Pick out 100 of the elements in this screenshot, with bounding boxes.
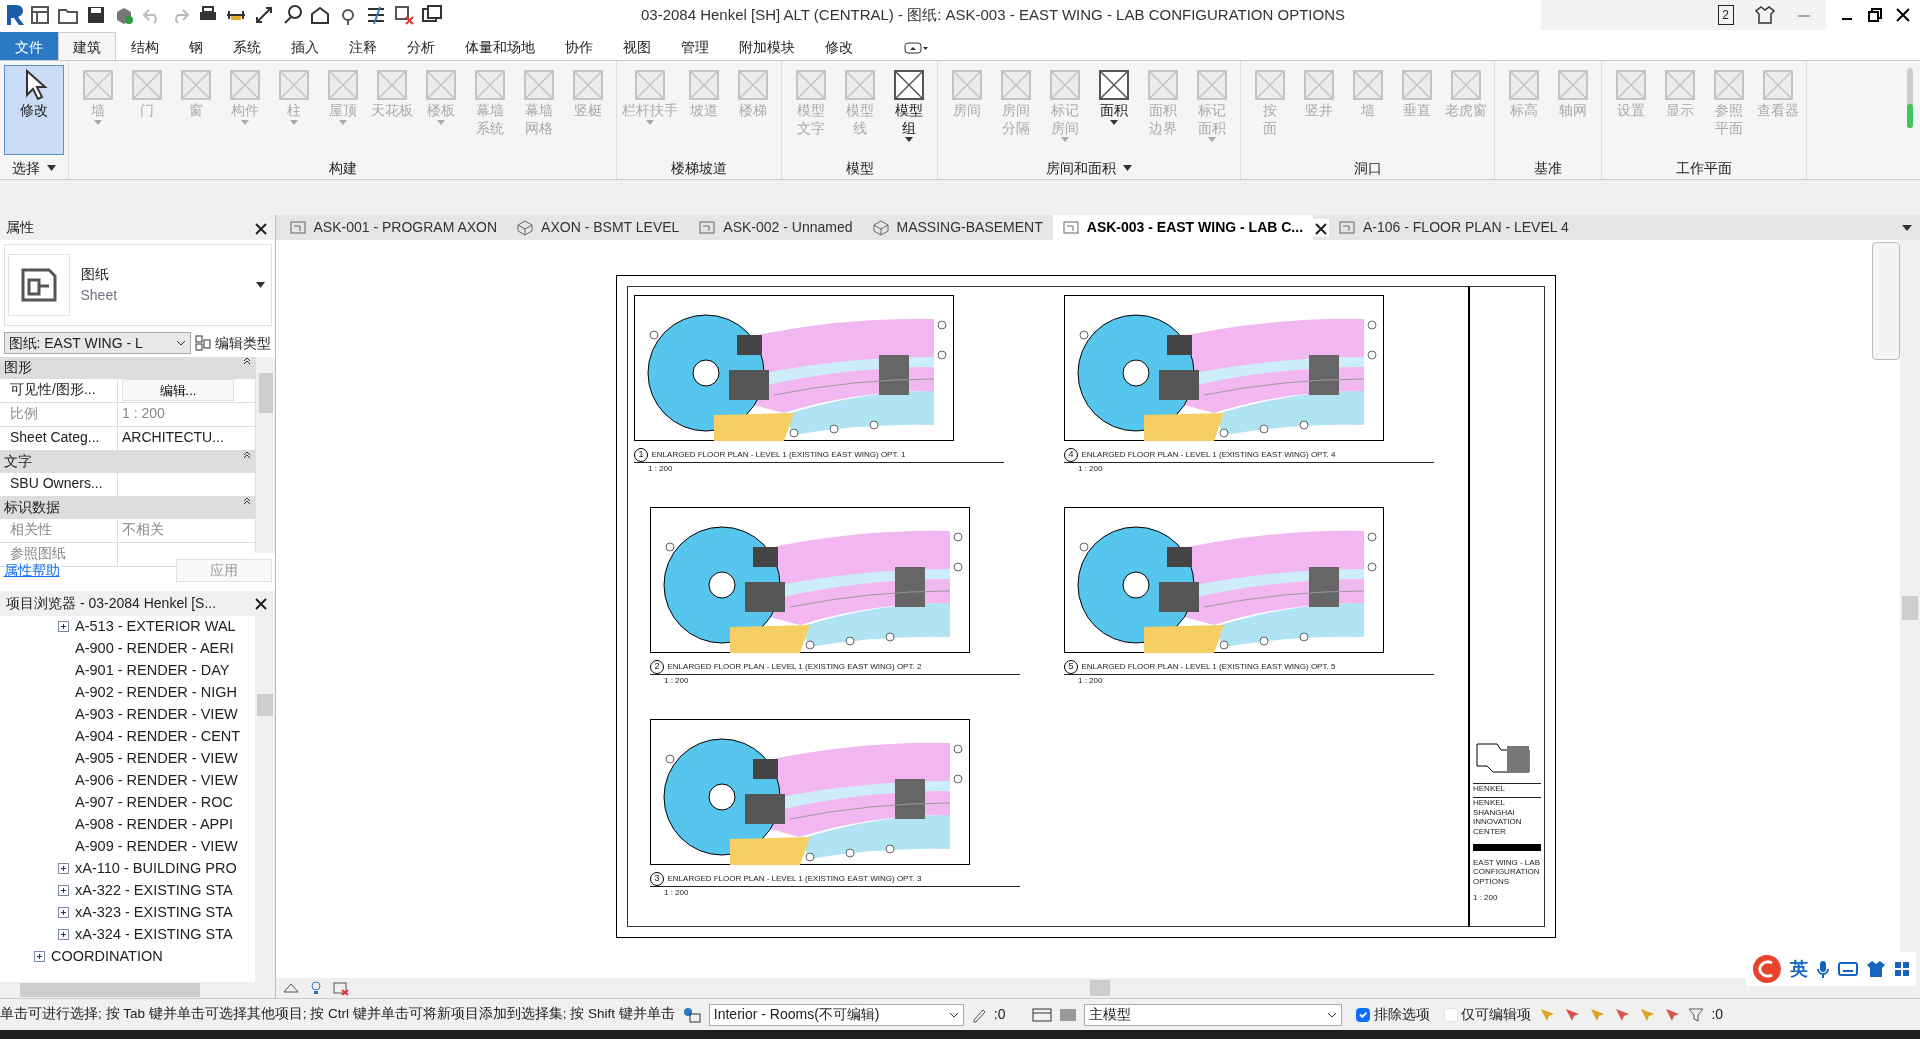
workset-dropdown[interactable]: Interior - Rooms(不可编辑) xyxy=(708,1003,964,1026)
ribbon-tab[interactable]: 管理 xyxy=(666,32,724,60)
property-name: 可见性/图形... xyxy=(0,379,118,402)
caret-icon[interactable] xyxy=(1123,165,1132,171)
input-mode[interactable]: 英 xyxy=(1790,955,1808,983)
document-tab[interactable]: AXON - BSMT LEVEL xyxy=(507,215,690,240)
light-bulb-icon[interactable] xyxy=(310,980,322,996)
browser-item[interactable]: COORDINATION xyxy=(51,945,163,968)
document-tab[interactable]: A-106 - FLOOR PLAN - LEVEL 4 xyxy=(1329,215,1579,240)
ribbon-tab[interactable]: 文件 xyxy=(0,32,58,60)
property-value[interactable]: ARCHITECTU... xyxy=(122,429,224,445)
restore-icon[interactable] xyxy=(1867,8,1882,22)
ribbon-tab[interactable]: 结构 xyxy=(116,32,174,60)
edit-type-button[interactable]: 编辑类型 xyxy=(194,331,272,355)
frame-icon xyxy=(633,68,667,102)
ribbon-tab[interactable]: 系统 xyxy=(218,32,276,60)
ribbon-tab[interactable]: 视图 xyxy=(608,32,666,60)
design-option-dropdown[interactable]: 主模型 xyxy=(1084,1003,1343,1026)
panel-label: 洞口 xyxy=(1353,159,1382,178)
browser-item[interactable]: xA-110 - BUILDING PRO xyxy=(75,857,237,880)
ribbon-tool-button[interactable]: 面积 xyxy=(1089,65,1138,157)
expand-icon[interactable] xyxy=(58,885,69,896)
hide-element-icon[interactable] xyxy=(332,980,350,996)
caret-icon[interactable] xyxy=(255,281,265,288)
ribbon-tab[interactable]: 修改 xyxy=(810,32,868,60)
ribbon-tool-button[interactable]: 模型组 xyxy=(884,65,933,157)
instance-dropdown[interactable]: 图纸: EAST WING - L xyxy=(3,332,191,354)
design-options-icon[interactable] xyxy=(1032,1006,1053,1023)
edit-button[interactable]: 编辑... xyxy=(122,379,234,402)
frame-icon xyxy=(1399,68,1434,102)
collapse-icon[interactable] xyxy=(243,357,251,365)
ribbon-tab[interactable]: 体量和场地 xyxy=(450,32,550,60)
checkbox-label[interactable]: 仅可编辑项 xyxy=(1461,1004,1532,1025)
browser-item[interactable]: xA-323 - EXISTING STA xyxy=(75,901,233,924)
ribbon-tab[interactable]: 注释 xyxy=(334,32,392,60)
ribbon-tab[interactable]: 协作 xyxy=(550,32,608,60)
close-icon[interactable] xyxy=(1895,8,1910,22)
document-tab[interactable]: MASSING-BASEMENT xyxy=(862,215,1053,240)
browser-item[interactable]: A-908 - RENDER - APPI xyxy=(75,813,233,836)
scrollbar-thumb[interactable] xyxy=(1090,980,1110,996)
scrollbar-thumb[interactable] xyxy=(257,693,273,716)
ribbon-tab[interactable]: 建筑 xyxy=(58,32,116,60)
browser-item[interactable]: xA-324 - EXISTING STA xyxy=(75,923,233,946)
group-header: 文字 xyxy=(4,452,32,471)
status-message: 单击可进行选择; 按 Tab 键并单击可选择其他项目; 按 Ctrl 键并单击可将新项目添加到选择集; 按 Shift 键并单击 xyxy=(0,1005,675,1024)
frame-icon xyxy=(80,68,115,102)
expand-icon[interactable] xyxy=(58,907,69,918)
scrollbar-thumb[interactable] xyxy=(259,373,273,413)
caret-icon xyxy=(948,1011,959,1018)
frame-icon xyxy=(1047,68,1082,102)
document-tab[interactable]: ASK-001 - PROGRAM AXON xyxy=(279,215,508,240)
browser-item[interactable]: A-909 - RENDER - VIEW xyxy=(75,835,238,858)
shirt-icon[interactable] xyxy=(1754,6,1775,24)
browser-item[interactable]: A-901 - RENDER - DAY xyxy=(75,659,230,682)
browser-item[interactable]: A-904 - RENDER - CENT xyxy=(75,725,241,748)
checkbox-label[interactable]: 排除选项 xyxy=(1374,1004,1430,1025)
caret-icon[interactable] xyxy=(1902,224,1912,231)
browser-item[interactable]: A-903 - RENDER - VIEW xyxy=(75,703,238,726)
ribbon-tab[interactable]: 插入 xyxy=(276,32,334,60)
close-button[interactable] xyxy=(1313,218,1329,237)
frame-icon xyxy=(276,68,311,102)
document-tab[interactable]: ASK-002 - Unnamed xyxy=(689,215,863,240)
browser-item[interactable]: A-513 - EXTERIOR WAL xyxy=(75,615,236,638)
expand-icon[interactable] xyxy=(58,621,69,632)
ribbon-tab[interactable]: 钢 xyxy=(174,32,218,60)
notification-badge[interactable]: 2 xyxy=(1717,5,1734,25)
close-hidden-icon[interactable] xyxy=(392,4,415,26)
frame-icon xyxy=(325,68,360,102)
cube-icon xyxy=(517,219,534,236)
filter-icon[interactable] xyxy=(1688,1006,1705,1023)
ribbon-tool-button[interactable]: 修改 xyxy=(4,65,64,155)
browser-item[interactable]: A-906 - RENDER - VIEW xyxy=(75,769,238,792)
sheet-icon xyxy=(699,219,716,236)
expand-icon[interactable] xyxy=(58,863,69,874)
scrollbar-thumb[interactable] xyxy=(1902,596,1918,620)
browser-item[interactable]: A-900 - RENDER - AERI xyxy=(75,637,234,660)
browser-item[interactable]: A-902 - RENDER - NIGH xyxy=(75,681,237,704)
collapse-icon[interactable] xyxy=(243,451,251,459)
property-name: 比例 xyxy=(0,403,118,426)
expand-icon[interactable] xyxy=(58,929,69,940)
browser-item[interactable]: A-905 - RENDER - VIEW xyxy=(75,747,238,770)
drawing-title: EAST WING - LAB CONFIGURATION OPTIONS xyxy=(1473,857,1541,887)
caret-icon xyxy=(1327,1011,1338,1018)
collapse-icon[interactable] xyxy=(243,497,251,505)
caret-icon xyxy=(646,119,654,125)
browser-item[interactable]: A-907 - RENDER - ROC xyxy=(75,791,233,814)
checkbox[interactable] xyxy=(1356,1007,1371,1022)
input-method-bar[interactable]: 英 xyxy=(1746,952,1916,986)
document-tab[interactable]: ASK-003 - EAST WING - LAB C... xyxy=(1052,215,1313,240)
property-name: Sheet Categ... xyxy=(0,427,118,450)
sheet-icon xyxy=(1062,219,1079,236)
caret-icon[interactable] xyxy=(47,165,56,171)
ribbon-tab[interactable]: 附加模块 xyxy=(724,32,810,60)
frame-icon xyxy=(1145,68,1180,102)
expand-icon[interactable] xyxy=(34,951,45,962)
sheet-icon[interactable] xyxy=(28,4,51,26)
browser-item[interactable]: xA-322 - EXISTING STA xyxy=(75,879,233,902)
house-icon[interactable] xyxy=(308,4,331,26)
scrollbar-thumb[interactable] xyxy=(20,983,200,997)
ribbon-tab[interactable]: 分析 xyxy=(392,32,450,60)
